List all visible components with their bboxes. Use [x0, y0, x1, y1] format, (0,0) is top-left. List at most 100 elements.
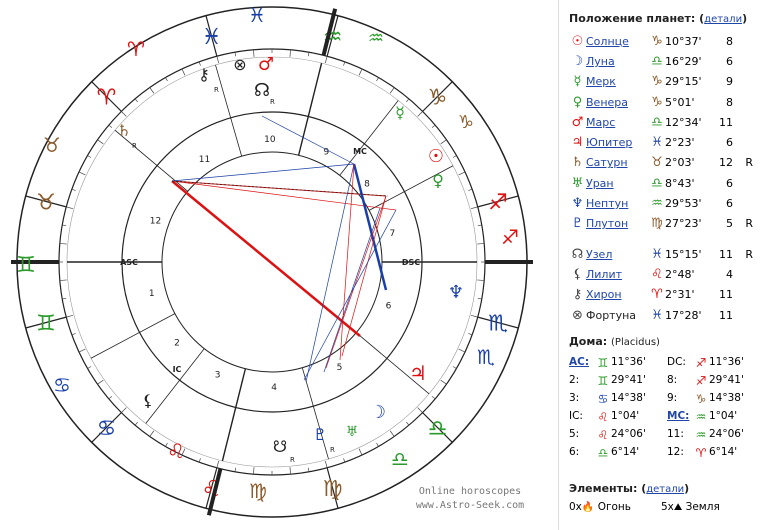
planet-position: 17°28' — [665, 308, 702, 322]
planet-position: 2°03' — [665, 156, 695, 170]
planet-row: ☊ Узел ♓ 15°15' 11 R — [569, 244, 776, 264]
mc-label: MC — [353, 147, 367, 156]
elements-section-title: Элементы: (детали) — [569, 482, 690, 496]
planet-glyph-icon: ♏ — [477, 345, 495, 369]
zodiac-sign-icon: ♑ — [428, 86, 448, 111]
planet-glyph-icon: ♆ — [448, 282, 464, 303]
element-count: 0x — [569, 501, 582, 514]
retrograde-mark: R — [745, 247, 753, 261]
planet-name-link[interactable]: Мерк — [586, 75, 649, 88]
zodiac-sign-icon: ♎ — [651, 53, 663, 69]
planet-name-link[interactable]: Плутон — [586, 217, 649, 230]
house-sign-icon: ♑ — [695, 392, 707, 407]
planet-glyph-icon: ♃ — [571, 135, 584, 151]
planet-name-link[interactable]: Нептун — [586, 197, 649, 210]
house-number: 7 — [389, 229, 395, 239]
house-number: 5 — [337, 363, 343, 373]
house-number: 8 — [364, 179, 370, 189]
element-label: Огонь — [594, 501, 631, 514]
house-label: 2: — [569, 374, 580, 387]
planet-position: 10°37' — [665, 34, 702, 48]
element-label: Земля — [682, 501, 720, 514]
house-sign-icon: ♊ — [597, 356, 609, 371]
planet-position: 2°31' — [665, 288, 695, 302]
zodiac-sign-icon: ♓ — [202, 25, 222, 50]
planets-table: ☉ Солнце ♑ 10°37' 8 ☽ Луна ♎ 16°29' 6 ☿ Мерк ♑ 29°15'… — [569, 31, 776, 325]
house-sign-icon: ♋ — [597, 392, 609, 407]
planet-name-link[interactable]: Юпитер — [586, 136, 649, 149]
house-degree: 11°36' — [611, 356, 646, 369]
house-number: 1 — [149, 289, 155, 299]
zodiac-sign-icon: ♈ — [651, 287, 663, 303]
planet-glyph-icon: ♐ — [501, 225, 519, 249]
planet-row: ♄ Сатурн ♉ 2°03' 12 R — [569, 153, 776, 173]
planet-house: 11 — [719, 308, 733, 322]
planet-glyph-icon: ♒ — [368, 28, 384, 49]
planet-name-link[interactable]: Сатурн — [586, 156, 649, 169]
planet-house: 5 — [726, 217, 733, 231]
planet-name-link[interactable]: Марс — [586, 116, 649, 129]
zodiac-sign-icon: ♍ — [323, 477, 343, 502]
house-sign-icon: ♐ — [695, 356, 707, 371]
planet-name-link[interactable]: Узел — [586, 248, 649, 261]
planet-glyph-icon: ⚷ — [572, 287, 583, 303]
house-degree: 29°41' — [611, 374, 646, 387]
planet-glyph-icon: ⚷ — [198, 65, 210, 84]
planet-row: ♅ Уран ♎ 8°43' 6 — [569, 173, 776, 193]
planet-name-link[interactable]: Солнце — [586, 35, 649, 48]
planet-glyph-icon: ♀ — [572, 94, 583, 110]
zodiac-sign-icon: ♎ — [651, 175, 663, 191]
planet-glyph-icon: ♂ — [571, 114, 584, 130]
houses-title: Дома: — [569, 335, 608, 349]
planet-name-link[interactable]: Венера — [586, 96, 649, 109]
houses-table: AC: ♊ 11°36' DC: ♐ 11°36' 2: ♊ 29°41' 8: ♐ 29°41' 3:… — [569, 356, 776, 460]
house-number: 6 — [386, 301, 392, 311]
house-degree: 14°38' — [709, 392, 744, 405]
house-degree: 24°06' — [709, 428, 744, 441]
zodiac-sign-icon: ♐ — [488, 190, 508, 215]
zodiac-sign-icon: ♒ — [651, 196, 663, 212]
element-item: 0x🔥 Огонь — [569, 501, 631, 513]
element-count: 5x — [660, 501, 674, 514]
house-label: 3: — [569, 392, 580, 405]
zodiac-sign-icon: ♑ — [651, 74, 663, 90]
planets-details-link[interactable]: детали — [704, 14, 742, 25]
natal-chart[interactable]: ♓ ♒ ♑ ♐ ♏ ♎ ♍ ♌ ♋ ♊ ♉ ♈ 1 2 3 4 5 6 7 8 9 10 11 12 ASC DSC MC IC ♓ ♈ ⚷… — [0, 0, 548, 530]
house-label[interactable]: MC: — [667, 410, 693, 424]
planet-house: 6 — [726, 54, 733, 68]
planet-glyph-icon: ⊗ — [572, 307, 583, 323]
zodiac-sign-icon: ♊ — [36, 312, 56, 337]
elements-details-link[interactable]: детали — [646, 484, 684, 495]
planet-name-link[interactable]: Лилит — [586, 268, 649, 281]
planet-house: 9 — [726, 75, 733, 89]
planet-glyph-icon: ♊ — [16, 253, 36, 278]
planet-row: ♃ Юпитер ♓ 2°23' 6 — [569, 132, 776, 152]
planet-glyph-icon: ☋ — [273, 437, 287, 456]
planet-position: 2°48' — [665, 267, 695, 281]
planet-name-link[interactable]: Уран — [586, 177, 649, 190]
planet-glyph-icon: ☽ — [370, 402, 386, 423]
house-degree: 1°04' — [709, 410, 738, 423]
house-number: 9 — [323, 148, 329, 158]
planet-house: 12 — [719, 156, 733, 170]
planet-house: 6 — [726, 136, 733, 150]
planet-row: ♆ Нептун ♒ 29°53' 6 — [569, 193, 776, 213]
zodiac-sign-icon: ♈ — [97, 86, 117, 111]
zodiac-sign-icon: ♓ — [651, 135, 663, 151]
house-degree: 29°41' — [709, 374, 744, 387]
planet-row: ⊗ Фортуна ♓ 17°28' 11 — [569, 305, 776, 325]
zodiac-sign-icon: ♑ — [651, 33, 663, 49]
planet-name-link[interactable]: Хирон — [586, 288, 649, 301]
planet-glyph-icon: ⚸ — [572, 266, 583, 282]
retrograde-mark: R — [270, 98, 275, 106]
house-label: DC: — [667, 356, 686, 369]
zodiac-sign-icon: ♎ — [428, 416, 448, 441]
planet-name-link[interactable]: Луна — [586, 55, 649, 68]
planet-glyph-icon: ☊ — [571, 246, 584, 262]
house-sign-icon: ♒ — [695, 428, 707, 443]
house-label[interactable]: AC: — [569, 356, 595, 370]
planet-row: ♂ Марс ♎ 12°34' 11 — [569, 112, 776, 132]
planets-title: Положение планет: — [569, 12, 696, 25]
planets-section-title: Положение планет: (детали) — [569, 12, 748, 25]
house-degree: 1°04' — [611, 410, 640, 423]
